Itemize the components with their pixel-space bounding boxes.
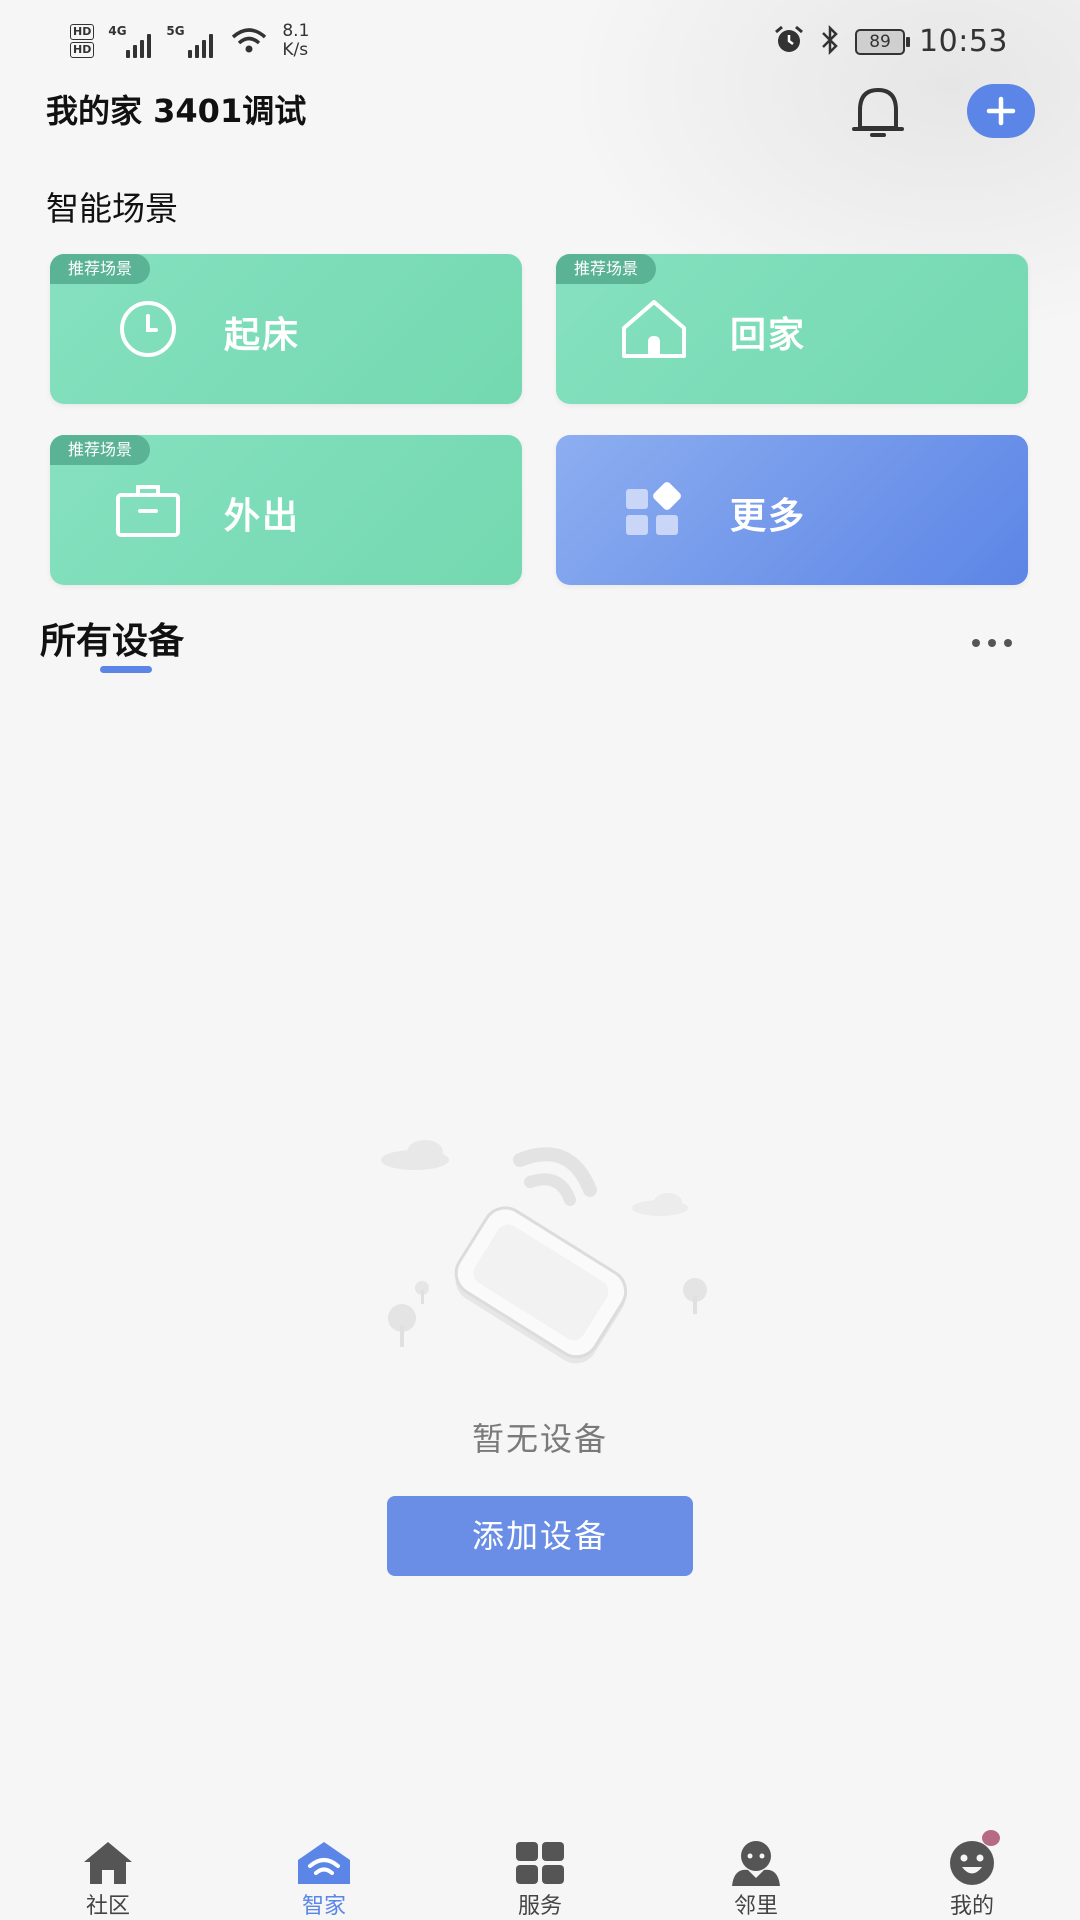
add-device-button[interactable]: 添加设备 <box>387 1496 693 1576</box>
nav-label: 我的 <box>949 1894 994 1919</box>
grid-icon <box>516 1842 564 1884</box>
scene-card-goout[interactable]: 推荐场景 外出 <box>50 435 522 585</box>
plus-icon <box>986 96 1016 126</box>
scene-card-more[interactable]: 更多 <box>556 435 1028 585</box>
hd-label-1: HD <box>70 24 95 40</box>
battery-icon: 89 <box>855 28 911 55</box>
recommend-tag: 推荐场景 <box>50 435 151 465</box>
nav-neighbors[interactable]: 邻里 <box>648 1830 864 1920</box>
tab-indicator <box>100 666 152 673</box>
notification-badge <box>982 1830 1000 1846</box>
signal-4g-icon: 4G <box>108 24 152 58</box>
recommend-tag: 推荐场景 <box>556 254 657 284</box>
scene-label: 外出 <box>224 496 301 537</box>
house-icon <box>84 1842 132 1884</box>
nav-services[interactable]: 服务 <box>432 1830 648 1920</box>
empty-state-illustration <box>370 1130 720 1370</box>
home-title[interactable]: 我的家 3401调试 <box>46 86 306 132</box>
nav-smart-home[interactable]: 智家 <box>216 1830 432 1920</box>
bluetooth-icon <box>819 24 841 59</box>
neighbor-icon <box>732 1841 780 1886</box>
nav-label: 社区 <box>85 1894 130 1919</box>
nav-profile[interactable]: 我的 <box>864 1830 1080 1920</box>
briefcase-icon <box>112 479 184 541</box>
grid-icon <box>618 479 690 541</box>
scene-card-wakeup[interactable]: 推荐场景 起床 <box>50 254 522 404</box>
speed-value: 8.1 <box>282 21 310 41</box>
all-devices-tab[interactable]: 所有设备 <box>40 612 184 664</box>
alarm-icon <box>773 25 805 59</box>
smart-home-icon <box>298 1842 350 1884</box>
network-5g-label: 5G <box>166 24 185 38</box>
bottom-navigation: 社区 智家 服务 邻里 我的 <box>0 1830 1080 1920</box>
hd-indicator: HD HD <box>70 23 95 59</box>
hd-label-2: HD <box>70 42 95 58</box>
more-options-icon[interactable] <box>972 628 1024 658</box>
empty-state-text: 暂无设备 <box>471 1420 608 1458</box>
scene-card-home[interactable]: 推荐场景 回家 <box>556 254 1028 404</box>
nav-label: 邻里 <box>733 1894 778 1919</box>
scene-label: 回家 <box>730 315 807 356</box>
recommend-tag: 推荐场景 <box>50 254 151 284</box>
wifi-icon <box>230 27 268 55</box>
nav-label: 智家 <box>301 1894 346 1919</box>
bell-icon[interactable] <box>846 82 910 144</box>
house-icon <box>618 298 690 360</box>
signal-5g-icon: 5G <box>166 24 216 58</box>
clock-time: 10:53 <box>919 24 1008 59</box>
network-speed: 8.1 K/s <box>282 22 309 60</box>
network-4g-label: 4G <box>108 24 127 38</box>
nav-label: 服务 <box>517 1894 562 1919</box>
scene-label: 起床 <box>224 315 301 356</box>
clock-icon <box>112 298 184 360</box>
speed-unit: K/s <box>282 40 309 60</box>
add-button[interactable] <box>967 84 1035 138</box>
status-bar: HD HD 4G 5G 8.1 K/s 89 10:53 <box>0 0 1080 84</box>
status-right: 89 10:53 <box>773 24 1008 59</box>
status-left: HD HD 4G 5G 8.1 K/s <box>70 22 309 60</box>
nav-community[interactable]: 社区 <box>0 1830 216 1920</box>
scene-label: 更多 <box>730 496 807 537</box>
smart-scenes-title: 智能场景 <box>46 189 178 228</box>
